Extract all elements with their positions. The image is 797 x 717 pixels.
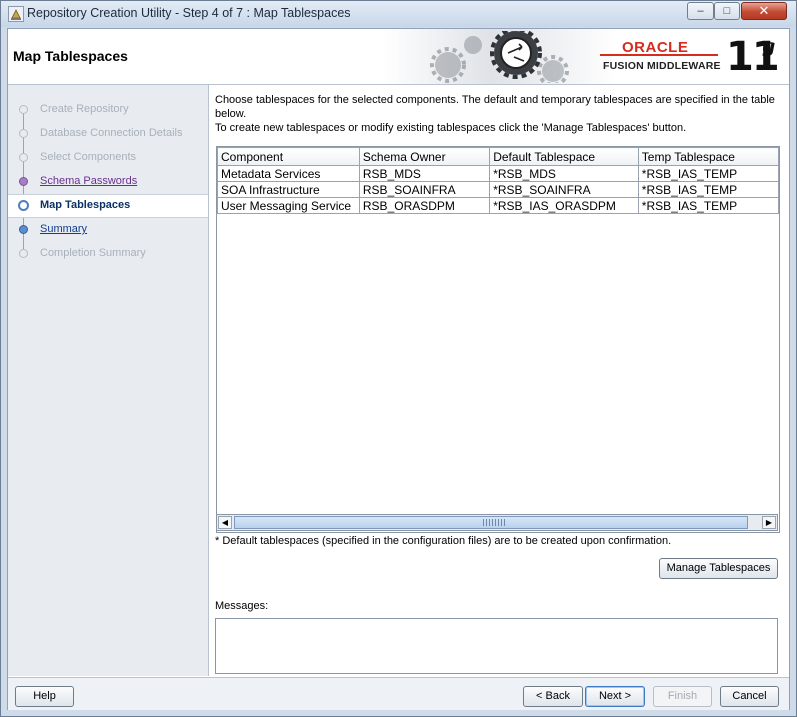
help-button[interactable]: Help [15,686,74,707]
nav-step-completion-summary: Completion Summary [8,243,208,265]
nav-step-map-tablespaces: Map Tablespaces [8,194,208,218]
cell-default-tablespace[interactable]: *RSB_SOAINFRA [489,181,639,198]
nav-step-summary[interactable]: Summary [8,219,208,241]
nav-step-schema-passwords[interactable]: Schema Passwords [8,171,208,193]
cell-component[interactable]: User Messaging Service [217,197,360,214]
step-dot-icon [19,129,28,138]
table-row[interactable]: SOA Infrastructure RSB_SOAINFRA *RSB_SOA… [217,181,779,198]
step-dot-icon [19,105,28,114]
wizard-header: Map Tablespaces ORACLE FUSION MIDDLEWARE [8,29,789,85]
nav-step-label: Completion Summary [40,247,146,259]
step-dot-icon [19,249,28,258]
step-dot-icon [19,153,28,162]
application-window: Repository Creation Utility - Step 4 of … [0,0,797,717]
scroll-right-arrow-icon[interactable]: ▶ [762,516,776,529]
manage-tablespaces-button[interactable]: Manage Tablespaces [659,558,778,579]
messages-area[interactable] [215,618,778,674]
nav-step-label: Map Tablespaces [40,199,131,211]
scrollbar-thumb[interactable] [234,516,748,529]
button-bar: Help < Back Next > Finish Cancel [8,677,789,710]
gears-graphic-icon [430,31,569,83]
cancel-button[interactable]: Cancel [720,686,779,707]
fusion-middleware-logo: FUSION MIDDLEWARE [603,60,721,72]
table-row[interactable]: Metadata Services RSB_MDS *RSB_MDS *RSB_… [217,165,779,182]
cell-default-tablespace[interactable]: *RSB_MDS [489,165,639,182]
minimize-button[interactable]: – [687,2,714,20]
tablespace-grid: Component Schema Owner Default Tablespac… [217,147,779,214]
nav-step-label: Database Connection Details [40,127,183,139]
cell-schema-owner[interactable]: RSB_SOAINFRA [358,181,491,198]
tablespace-table[interactable]: Component Schema Owner Default Tablespac… [216,146,780,533]
table-row[interactable]: User Messaging Service RSB_ORASDPM *RSB_… [217,197,779,214]
messages-label: Messages: [215,600,269,612]
nav-step-label: Select Components [40,151,136,163]
instruction-line: To create new tablespaces or modify exis… [215,122,687,134]
cell-temp-tablespace[interactable]: *RSB_IAS_TEMP [637,181,779,198]
back-button[interactable]: < Back [523,686,583,707]
nav-step-select-components: Select Components [8,147,208,169]
cell-component[interactable]: Metadata Services [217,165,360,182]
step-dot-icon [19,225,28,234]
title-bar[interactable]: Repository Creation Utility - Step 4 of … [1,1,796,27]
nav-step-label: Create Repository [40,103,129,115]
column-header-default-tablespace[interactable]: Default Tablespace [489,147,639,166]
maximize-button[interactable]: □ [714,2,740,20]
footnote: * Default tablespaces (specified in the … [215,535,672,547]
close-button[interactable]: ✕ [741,2,787,20]
scroll-left-arrow-icon[interactable]: ◀ [218,516,232,529]
oracle-logo-underline [600,54,718,56]
wizard-content: Map Tablespaces ORACLE FUSION MIDDLEWARE [7,28,790,710]
cell-temp-tablespace[interactable]: *RSB_IAS_TEMP [637,197,779,214]
next-button[interactable]: Next > [585,686,645,707]
step-dot-icon [19,177,28,186]
cell-schema-owner[interactable]: RSB_ORASDPM [358,197,491,214]
scrollbar-grip-icon [483,519,505,526]
nav-step-label[interactable]: Summary [40,223,87,235]
cell-default-tablespace[interactable]: *RSB_IAS_ORASDPM [489,197,639,214]
cell-component[interactable]: SOA Infrastructure [217,181,360,198]
cell-schema-owner[interactable]: RSB_MDS [358,165,491,182]
nav-step-database-connection: Database Connection Details [8,123,208,145]
column-header-schema-owner[interactable]: Schema Owner [358,147,491,166]
current-step-icon [18,200,29,211]
column-header-temp-tablespace[interactable]: Temp Tablespace [637,147,779,166]
cell-temp-tablespace[interactable]: *RSB_IAS_TEMP [637,165,779,182]
finish-button: Finish [653,686,712,707]
version-suffix: g [762,35,776,57]
horizontal-scrollbar[interactable]: ◀ ▶ [216,514,778,531]
app-icon [8,6,24,22]
nav-step-label[interactable]: Schema Passwords [40,175,137,187]
instruction-line: Choose tablespaces for the selected comp… [215,94,775,120]
page-title: Map Tablespaces [13,48,128,64]
table-header-row: Component Schema Owner Default Tablespac… [217,147,779,166]
column-header-component[interactable]: Component [217,147,360,166]
instructions: Choose tablespaces for the selected comp… [215,93,781,135]
nav-step-create-repository: Create Repository [8,99,208,121]
wizard-step-nav: Create Repository Database Connection De… [8,85,209,676]
window-title: Repository Creation Utility - Step 4 of … [27,6,351,20]
